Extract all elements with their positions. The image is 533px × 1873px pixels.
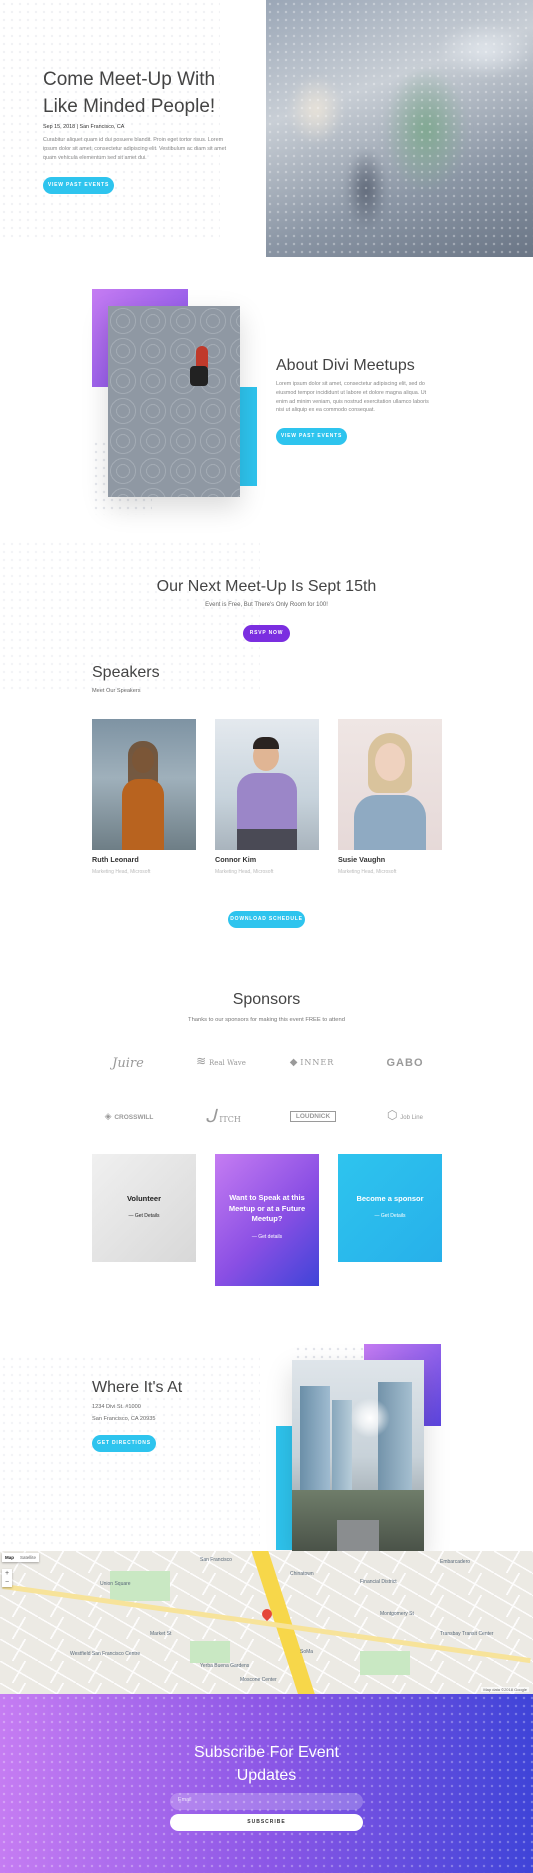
map-type-control: Map Satellite — [2, 1553, 40, 1562]
zoom-in-button[interactable]: + — [2, 1569, 12, 1578]
map-label: Embarcadero — [440, 1559, 471, 1565]
hero-dots — [0, 0, 220, 240]
map-label: Chinatown — [290, 1571, 314, 1577]
speaker-photo — [338, 719, 442, 850]
sponsor-logo: GABO — [386, 1057, 424, 1069]
sponsors-title: Sponsors — [232, 991, 301, 1008]
map-label: Financial District — [360, 1579, 397, 1585]
about-image — [108, 306, 240, 497]
volunteer-link[interactable]: — Get Details — [92, 1213, 196, 1219]
volunteer-title: Volunteer — [126, 1194, 162, 1203]
speaker-card: Connor Kim Marketing Head, Microsoft — [215, 719, 319, 875]
about-title: About Divi Meetups — [276, 357, 415, 374]
speaker-name: Susie Vaughn — [338, 855, 386, 864]
map-label: SoMa — [300, 1649, 314, 1655]
speak-link[interactable]: — Get details — [215, 1234, 319, 1240]
location-cyan-accent — [276, 1426, 292, 1550]
map-label: Westfield San Francisco Centre — [70, 1651, 141, 1657]
speaker-card: Susie Vaughn Marketing Head, Microsoft — [338, 719, 442, 875]
hexagon-icon: ⬡ — [387, 1108, 398, 1122]
subscribe-button[interactable]: Subscribe — [170, 1814, 363, 1831]
about-body: Lorem ipsum dolor sit amet, consectetur … — [276, 381, 429, 414]
location-title: Where It's At — [92, 1379, 183, 1396]
speaker-role: Marketing Head, Microsoft — [92, 869, 151, 875]
speaker-photo — [215, 719, 319, 850]
email-input[interactable]: Email — [170, 1793, 363, 1810]
email-placeholder: Email — [178, 1797, 192, 1803]
map-attribution: Map data ©2018 Google — [481, 1687, 529, 1692]
speaker-role: Marketing Head, Microsoft — [215, 869, 274, 875]
speakers-title: Speakers — [92, 664, 160, 681]
map-label: Montgomery St — [380, 1611, 414, 1617]
sponsor-logo: Juire — [112, 1056, 144, 1071]
satellite-tab[interactable]: Satellite — [17, 1553, 39, 1562]
hero-image — [266, 0, 533, 257]
map-tab[interactable]: Map — [2, 1553, 17, 1562]
location-address-line2: San Francisco, CA 20935 — [92, 1416, 156, 1422]
rsvp-button[interactable]: RSVP Now — [243, 625, 290, 642]
city-image — [292, 1360, 424, 1552]
subscribe-title: Subscribe For Event Updates — [194, 1744, 339, 1784]
next-title: Our Next Meet-Up Is Sept 15th — [156, 578, 377, 595]
speaker-name: Ruth Leonard — [92, 855, 139, 864]
sponsor-logo: ◆ INNER — [289, 1057, 335, 1068]
zoom-control: + − — [2, 1569, 12, 1587]
map-label: Yerba Buena Gardens — [200, 1663, 250, 1669]
next-subtitle: Event is Free, But There's Only Room for… — [205, 602, 328, 608]
speaker-photo — [92, 719, 196, 850]
itch-icon: ᒍ — [205, 1106, 217, 1127]
sponsor-logo: ⬡ Job Line — [387, 1108, 423, 1122]
crosswill-icon: ◈ — [104, 1111, 112, 1121]
speaker-name: Connor Kim — [215, 855, 257, 864]
sponsor-logo: ᒍ ITCH — [205, 1106, 241, 1127]
zoom-out-button[interactable]: − — [2, 1578, 12, 1587]
hero-view-past-events-button[interactable]: View Past Events — [43, 177, 114, 194]
speakers-subtitle: Meet Our Speakers — [92, 688, 141, 694]
diamond-icon: ◆ — [289, 1057, 298, 1068]
speak-card[interactable]: Want to Speak at this Meetup or at a Fut… — [215, 1154, 319, 1286]
map-label: Moscone Center — [240, 1677, 277, 1683]
sponsor-card-link[interactable]: — Get Details — [338, 1213, 442, 1219]
map[interactable]: San Francisco Union Square Financial Dis… — [0, 1551, 533, 1694]
sponsor-logo: ◈ CROSSWILL — [104, 1111, 154, 1121]
sponsor-logo: ≋ Real Wave — [196, 1054, 246, 1068]
volunteer-card[interactable]: Volunteer — Get Details — [92, 1154, 196, 1262]
map-label: Market St — [150, 1631, 172, 1637]
about-view-past-events-button[interactable]: View Past Events — [276, 428, 347, 445]
location-address-line1: 1234 Divi St. #1000 — [92, 1404, 141, 1410]
speaker-card: Ruth Leonard Marketing Head, Microsoft — [92, 719, 196, 875]
sponsors-subtitle: Thanks to our sponsors for making this e… — [188, 1017, 345, 1023]
sponsor-card[interactable]: Become a sponsor — Get Details — [338, 1154, 442, 1262]
download-schedule-button[interactable]: Download Schedule — [228, 911, 305, 928]
sponsor-logo: LOUDNICK — [290, 1111, 336, 1122]
map-label: Transbay Transit Center — [440, 1631, 494, 1637]
hero-meta: Sep 15, 2018 | San Francisco, CA — [43, 124, 125, 130]
real-wave-icon: ≋ — [196, 1054, 207, 1068]
get-directions-button[interactable]: Get Directions — [92, 1435, 156, 1452]
hero-body: Curabitur aliquet quam id dui posuere bl… — [43, 137, 227, 161]
sponsor-card-title: Become a sponsor — [356, 1194, 424, 1203]
map-label: Union Square — [100, 1581, 131, 1587]
speak-title: Want to Speak at this Meetup or at a Fut… — [228, 1193, 306, 1223]
map-label: San Francisco — [200, 1557, 232, 1563]
hero-title: Come Meet-Up With Like Minded People! — [43, 69, 216, 117]
speaker-role: Marketing Head, Microsoft — [338, 869, 397, 875]
